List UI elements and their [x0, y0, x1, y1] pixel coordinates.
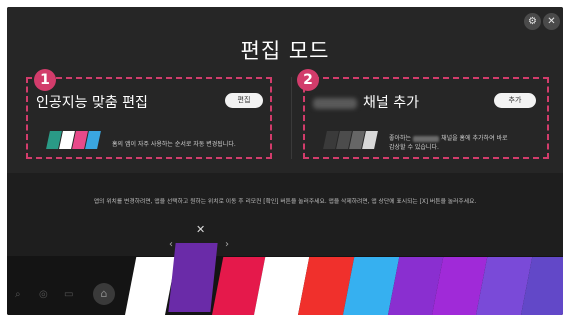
step-badge-1: 1	[34, 69, 56, 91]
edit-button[interactable]: 편집	[225, 93, 263, 108]
input-icon[interactable]: ▭	[64, 289, 73, 300]
add-button[interactable]: 추가	[494, 93, 536, 108]
page-title: 편집 모드	[240, 39, 330, 63]
selected-app-tile[interactable]	[168, 243, 218, 312]
ai-custom-edit-panel: 1 인공지능 맞춤 편집 편집 홈의 앱이 자주 사용하는 순서로 자동 변경됩…	[26, 69, 272, 159]
edit-mode-header-area: ⚙ ✕ 편집 모드 1 인공지능 맞춤 편집 편집 홈의 앱이 자주 사용하는 …	[7, 7, 563, 173]
move-left-arrow[interactable]: ‹	[169, 239, 173, 250]
move-right-arrow[interactable]: ›	[225, 239, 229, 250]
settings-button[interactable]: ⚙	[524, 13, 541, 30]
gear-icon: ⚙	[528, 16, 537, 27]
instruction-text: 앱의 위치를 변경하려면, 앱을 선택하고 원하는 위치로 이동 후 리모컨 […	[93, 199, 477, 205]
add-channel-panel: 2 채널 추가 추가 좋아하는 채널을 홈에 추가하여 바로 감상할 수 있습니다…	[297, 69, 549, 159]
close-icon: ✕	[547, 16, 556, 27]
panel-divider	[291, 77, 292, 159]
ai-custom-edit-title: 인공지능 맞춤 편집	[36, 95, 148, 111]
instruction-area	[7, 173, 563, 256]
remove-app-button[interactable]: ✕	[196, 223, 205, 236]
account-icon[interactable]: ◎	[39, 289, 48, 300]
ai-custom-edit-description: 홈의 앱이 자주 사용하는 순서로 자동 변경됩니다.	[112, 141, 236, 148]
step-badge-2: 2	[297, 69, 319, 91]
home-icon[interactable]: ⌂	[93, 283, 115, 305]
add-channel-title: 채널 추가	[313, 92, 419, 112]
blurred-service-name	[313, 97, 357, 109]
add-channel-description: 좋아하는 채널을 홈에 추가하여 바로 감상할 수 있습니다.	[389, 135, 508, 151]
close-button[interactable]: ✕	[543, 13, 560, 30]
search-icon[interactable]: ⌕	[15, 289, 21, 300]
tv-screen: ⚙ ✕ 편집 모드 1 인공지능 맞춤 편집 편집 홈의 앱이 자주 사용하는 …	[7, 7, 563, 315]
